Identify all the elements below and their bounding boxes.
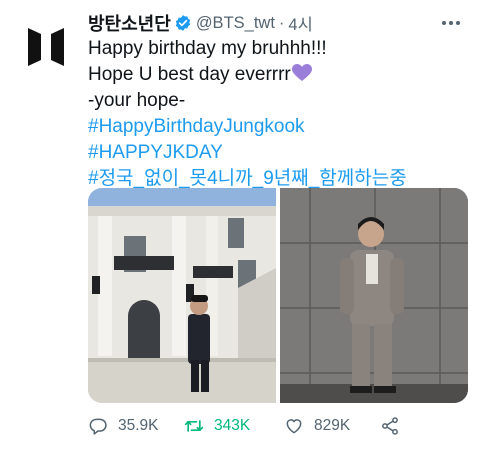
timestamp[interactable]: 4시 [288, 11, 312, 35]
like-button[interactable]: 829K [284, 416, 350, 436]
more-icon[interactable] [440, 14, 462, 32]
display-name[interactable]: 방탄소년단 [88, 10, 171, 36]
purple-heart-icon [291, 64, 312, 82]
text-line: -your hope- [88, 90, 186, 111]
reply-count: 35.9K [118, 417, 159, 434]
handle[interactable]: @BTS_twt [196, 14, 275, 33]
hashtag-link[interactable]: #HappyBirthdayJungkook [88, 114, 468, 140]
share-button[interactable] [380, 416, 410, 436]
verified-badge-icon [174, 14, 192, 32]
share-icon [382, 417, 398, 435]
separator-dot: · [278, 13, 285, 32]
hashtag-link[interactable]: #HAPPYJKDAY [88, 140, 468, 166]
avatar[interactable] [22, 22, 70, 70]
text-line-content: Hope U best day everrrr [88, 64, 291, 85]
bts-logo-icon [28, 28, 64, 66]
action-bar: 35.9K 343K 829K [88, 412, 408, 440]
tweet-header: 방탄소년단 @BTS_twt · 4시 [88, 10, 313, 36]
reply-icon [89, 418, 107, 435]
media-grid [88, 188, 468, 403]
photo-right[interactable] [280, 188, 468, 403]
retweet-button[interactable]: 343K [184, 416, 250, 436]
tweet-text: Happy birthday my bruhhh!!! Hope U best … [88, 36, 468, 192]
like-count: 829K [314, 417, 351, 434]
text-line: Hope U best day everrrr [88, 62, 468, 88]
text-line: Happy birthday my bruhhh!!! [88, 38, 327, 59]
reply-button[interactable]: 35.9K [88, 416, 159, 436]
like-icon [286, 419, 302, 434]
retweet-count: 343K [214, 417, 251, 434]
photo-left[interactable] [88, 188, 276, 403]
retweet-icon [184, 420, 204, 432]
